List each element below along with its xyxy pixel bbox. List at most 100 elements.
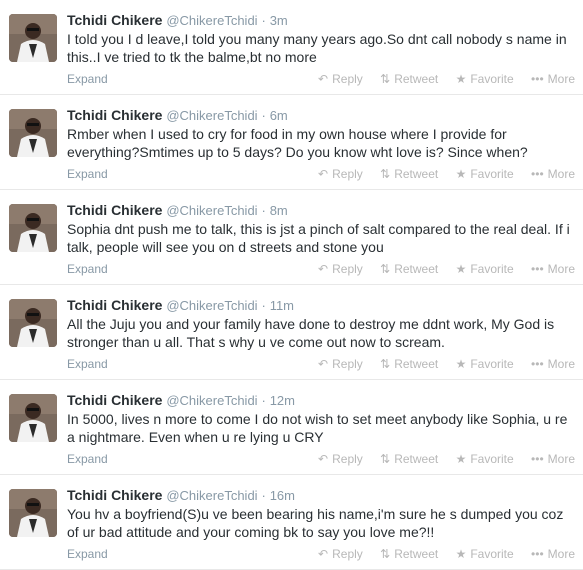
reply-button[interactable]: ↶ Reply	[318, 166, 363, 182]
retweet-label: Retweet	[394, 72, 439, 86]
reply-button[interactable]: ↶ Reply	[318, 546, 363, 562]
tweet-footer: Expand ↶ Reply ⇅ Retweet ★ Favorite ••• More	[67, 546, 575, 562]
username[interactable]: @ChikereTchidi	[166, 298, 257, 313]
tweet-header: Tchidi Chikere @ChikereTchidi · 12m	[67, 391, 575, 410]
retweet-button[interactable]: ⇅ Retweet	[380, 451, 438, 467]
username[interactable]: @ChikereTchidi	[166, 393, 257, 408]
username[interactable]: @ChikereTchidi	[166, 203, 257, 218]
favorite-label: Favorite	[470, 167, 514, 181]
more-dots-icon: •••	[531, 262, 544, 276]
timestamp[interactable]: 16m	[270, 488, 295, 503]
tweet-text: Sophia dnt push me to talk, this is jst …	[67, 221, 570, 255]
tweet-footer: Expand ↶ Reply ⇅ Retweet ★ Favorite ••• More	[67, 166, 575, 182]
tweet[interactable]: Tchidi Chikere @ChikereTchidi · 11m All …	[0, 285, 583, 380]
tweet[interactable]: Tchidi Chikere @ChikereTchidi · 3m I tol…	[0, 0, 583, 95]
tweet-actions: ↶ Reply ⇅ Retweet ★ Favorite ••• More	[304, 166, 575, 182]
tweet-timeline: Tchidi Chikere @ChikereTchidi · 3m I tol…	[0, 0, 583, 570]
more-button[interactable]: ••• More	[531, 546, 575, 562]
more-label: More	[547, 547, 575, 561]
retweet-icon: ⇅	[380, 262, 391, 276]
expand-link[interactable]: Expand	[67, 546, 108, 562]
favorite-button[interactable]: ★ Favorite	[456, 261, 514, 277]
favorite-button[interactable]: ★ Favorite	[456, 451, 514, 467]
favorite-button[interactable]: ★ Favorite	[456, 356, 514, 372]
reply-button[interactable]: ↶ Reply	[318, 451, 363, 467]
tweet[interactable]: Tchidi Chikere @ChikereTchidi · 12m In 5…	[0, 380, 583, 475]
tweet[interactable]: Tchidi Chikere @ChikereTchidi · 6m Rmber…	[0, 95, 583, 190]
expand-link[interactable]: Expand	[67, 71, 108, 87]
tweet-actions: ↶ Reply ⇅ Retweet ★ Favorite ••• More	[304, 261, 575, 277]
favorite-button[interactable]: ★ Favorite	[456, 71, 514, 87]
reply-label: Reply	[332, 547, 363, 561]
reply-label: Reply	[332, 452, 363, 466]
more-button[interactable]: ••• More	[531, 451, 575, 467]
reply-icon: ↶	[318, 167, 329, 181]
tweet-footer: Expand ↶ Reply ⇅ Retweet ★ Favorite ••• More	[67, 356, 575, 372]
retweet-button[interactable]: ⇅ Retweet	[380, 261, 438, 277]
separator: ·	[261, 108, 266, 123]
reply-icon: ↶	[318, 547, 329, 561]
favorite-label: Favorite	[470, 547, 514, 561]
favorite-label: Favorite	[470, 262, 514, 276]
avatar[interactable]	[9, 489, 57, 537]
avatar[interactable]	[9, 394, 57, 442]
avatar[interactable]	[9, 299, 57, 347]
avatar[interactable]	[9, 204, 57, 252]
tweet-text: All the Juju you and your family have do…	[67, 316, 555, 350]
retweet-button[interactable]: ⇅ Retweet	[380, 546, 438, 562]
avatar[interactable]	[9, 14, 57, 62]
fullname[interactable]: Tchidi Chikere	[67, 107, 162, 123]
reply-button[interactable]: ↶ Reply	[318, 261, 363, 277]
expand-link[interactable]: Expand	[67, 261, 108, 277]
reply-icon: ↶	[318, 357, 329, 371]
more-button[interactable]: ••• More	[531, 261, 575, 277]
retweet-icon: ⇅	[380, 72, 391, 86]
tweet-actions: ↶ Reply ⇅ Retweet ★ Favorite ••• More	[304, 356, 575, 372]
favorite-button[interactable]: ★ Favorite	[456, 166, 514, 182]
more-dots-icon: •••	[531, 72, 544, 86]
fullname[interactable]: Tchidi Chikere	[67, 297, 162, 313]
timestamp[interactable]: 8m	[270, 203, 288, 218]
username[interactable]: @ChikereTchidi	[166, 488, 257, 503]
more-dots-icon: •••	[531, 547, 544, 561]
separator: ·	[261, 203, 266, 218]
retweet-button[interactable]: ⇅ Retweet	[380, 356, 438, 372]
more-button[interactable]: ••• More	[531, 71, 575, 87]
tweet[interactable]: Tchidi Chikere @ChikereTchidi · 16m You …	[0, 475, 583, 570]
fullname[interactable]: Tchidi Chikere	[67, 12, 162, 28]
avatar[interactable]	[9, 109, 57, 157]
more-button[interactable]: ••• More	[531, 356, 575, 372]
fullname[interactable]: Tchidi Chikere	[67, 487, 162, 503]
reply-label: Reply	[332, 167, 363, 181]
reply-label: Reply	[332, 262, 363, 276]
timestamp[interactable]: 11m	[270, 298, 294, 313]
reply-icon: ↶	[318, 262, 329, 276]
username[interactable]: @ChikereTchidi	[166, 13, 257, 28]
retweet-icon: ⇅	[380, 452, 391, 466]
more-button[interactable]: ••• More	[531, 166, 575, 182]
favorite-button[interactable]: ★ Favorite	[456, 546, 514, 562]
retweet-label: Retweet	[394, 452, 439, 466]
expand-link[interactable]: Expand	[67, 166, 108, 182]
tweet-text: I told you I d leave,I told you many man…	[67, 31, 567, 65]
retweet-button[interactable]: ⇅ Retweet	[380, 166, 438, 182]
timestamp[interactable]: 12m	[270, 393, 295, 408]
timestamp[interactable]: 6m	[270, 108, 288, 123]
timestamp[interactable]: 3m	[270, 13, 288, 28]
retweet-label: Retweet	[394, 262, 439, 276]
tweet-header: Tchidi Chikere @ChikereTchidi · 3m	[67, 11, 575, 30]
retweet-icon: ⇅	[380, 547, 391, 561]
expand-link[interactable]: Expand	[67, 356, 108, 372]
reply-button[interactable]: ↶ Reply	[318, 356, 363, 372]
username[interactable]: @ChikereTchidi	[166, 108, 257, 123]
tweet-header: Tchidi Chikere @ChikereTchidi · 11m	[67, 296, 575, 315]
retweet-button[interactable]: ⇅ Retweet	[380, 71, 438, 87]
reply-button[interactable]: ↶ Reply	[318, 71, 363, 87]
fullname[interactable]: Tchidi Chikere	[67, 392, 162, 408]
separator: ·	[261, 393, 266, 408]
more-label: More	[547, 357, 575, 371]
fullname[interactable]: Tchidi Chikere	[67, 202, 162, 218]
tweet-header: Tchidi Chikere @ChikereTchidi · 8m	[67, 201, 575, 220]
tweet[interactable]: Tchidi Chikere @ChikereTchidi · 8m Sophi…	[0, 190, 583, 285]
expand-link[interactable]: Expand	[67, 451, 108, 467]
